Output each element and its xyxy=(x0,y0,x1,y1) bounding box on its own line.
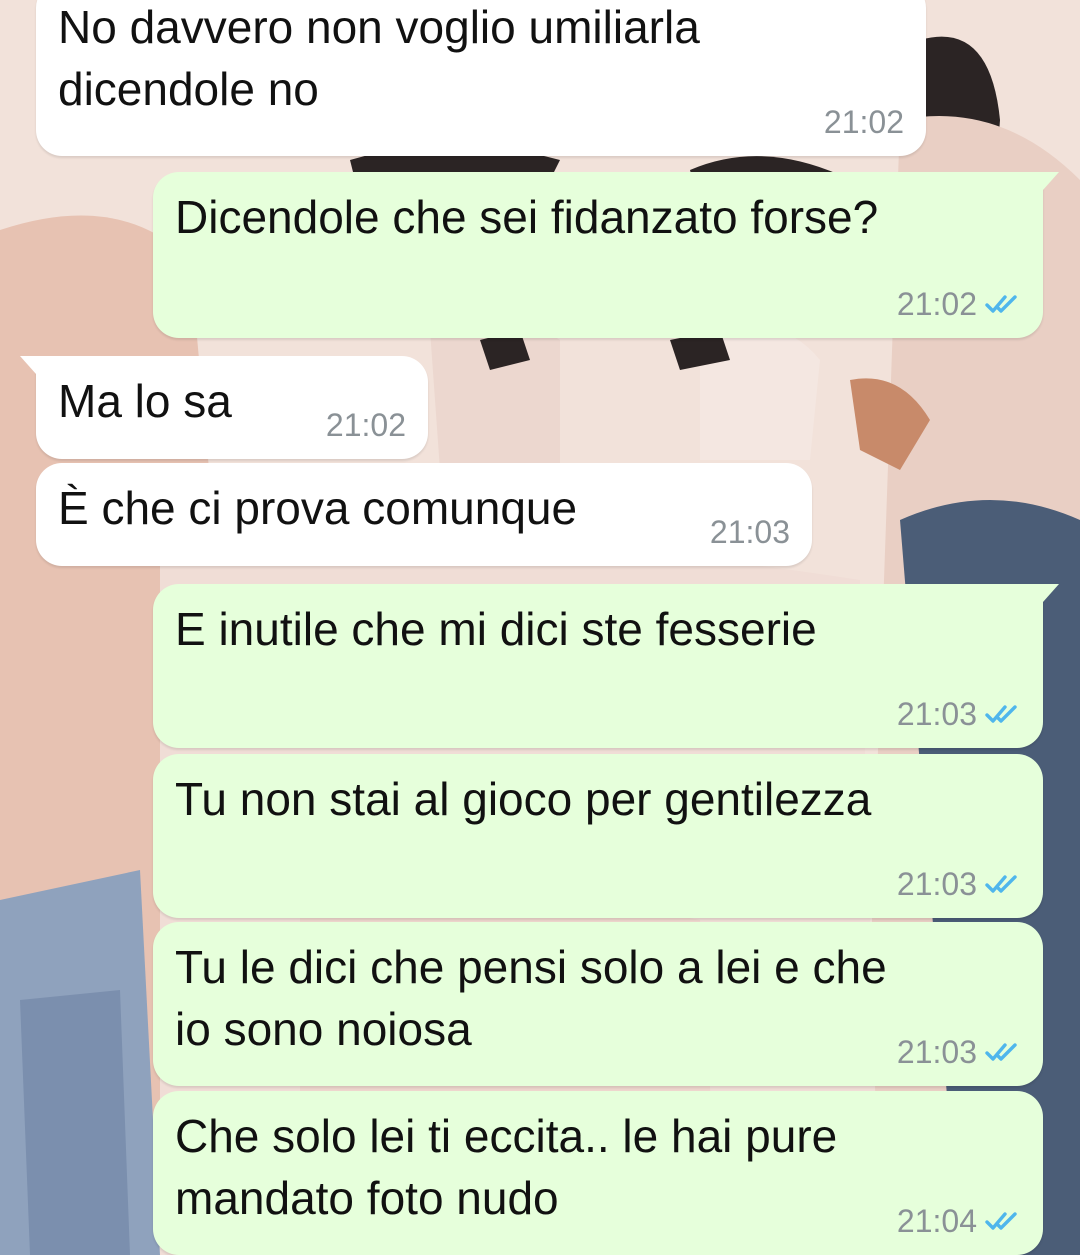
message-time: 21:02 xyxy=(896,286,977,322)
message-time: 21:04 xyxy=(896,1203,977,1239)
message-time: 21:03 xyxy=(896,1034,977,1070)
message-time: 21:03 xyxy=(896,696,977,732)
message-outgoing[interactable]: Tu le dici che pensi solo a lei e che io… xyxy=(153,922,1043,1086)
message-text: Tu non stai al gioco per gentilezza xyxy=(175,773,872,825)
message-text: Dicendole che sei fidanzato forse? xyxy=(175,191,879,243)
message-outgoing[interactable]: E inutile che mi dici ste fesserie 21:03 xyxy=(153,584,1059,748)
message-meta: 21:02 xyxy=(824,104,904,140)
message-outgoing[interactable]: Dicendole che sei fidanzato forse? 21:02 xyxy=(153,172,1059,338)
double-check-read-icon xyxy=(985,875,1017,893)
message-text: E inutile che mi dici ste fesserie xyxy=(175,603,817,655)
message-meta: 21:02 xyxy=(326,407,406,443)
message-outgoing[interactable]: Tu non stai al gioco per gentilezza 21:0… xyxy=(153,754,1043,918)
message-incoming[interactable]: No davvero non voglio umiliarla dicendol… xyxy=(36,0,926,156)
message-time: 21:02 xyxy=(823,104,904,140)
double-check-read-icon xyxy=(985,1043,1017,1061)
chat-messages: No davvero non voglio umiliarla dicendol… xyxy=(0,0,1080,1255)
message-meta: 21:03 xyxy=(897,1034,1021,1070)
message-meta: 21:03 xyxy=(710,514,790,550)
message-time: 21:03 xyxy=(896,866,977,902)
message-outgoing[interactable]: Che solo lei ti eccita.. le hai pure man… xyxy=(153,1091,1043,1255)
double-check-read-icon xyxy=(985,295,1017,313)
message-incoming[interactable]: È che ci prova comunque 21:03 xyxy=(36,463,812,566)
message-incoming[interactable]: Ma lo sa 21:02 xyxy=(20,356,428,459)
message-text: Tu le dici che pensi solo a lei e che io… xyxy=(175,941,887,1055)
message-meta: 21:03 xyxy=(897,866,1021,902)
message-time: 21:03 xyxy=(709,514,790,550)
message-time: 21:02 xyxy=(325,407,406,443)
message-text: Che solo lei ti eccita.. le hai pure man… xyxy=(175,1110,838,1224)
message-meta: 21:02 xyxy=(897,286,1021,322)
message-text: È che ci prova comunque xyxy=(58,482,578,534)
message-meta: 21:04 xyxy=(897,1203,1021,1239)
double-check-read-icon xyxy=(985,1212,1017,1230)
message-text: No davvero non voglio umiliarla dicendol… xyxy=(58,1,700,115)
double-check-read-icon xyxy=(985,705,1017,723)
message-meta: 21:03 xyxy=(897,696,1021,732)
